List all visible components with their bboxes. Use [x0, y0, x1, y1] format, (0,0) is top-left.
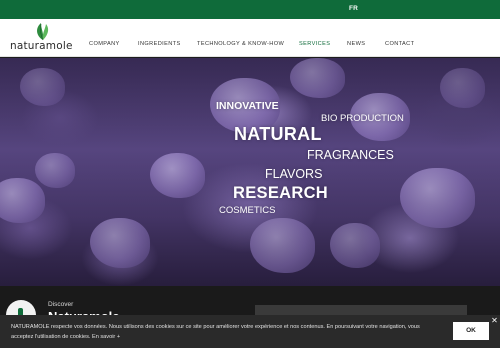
nav-technology-know-how[interactable]: TECHNOLOGY & KNOW-HOW — [197, 41, 284, 47]
nav-company[interactable]: COMPANY — [89, 41, 120, 47]
logo-text: naturamole — [10, 40, 73, 52]
language-switch-fr[interactable]: FR — [349, 5, 358, 12]
nav-ingredients[interactable]: INGREDIENTS — [138, 41, 181, 47]
naturamole-logo[interactable]: naturamole — [10, 21, 76, 55]
discover-label: Discover — [48, 301, 74, 308]
hero-overlay — [0, 58, 500, 286]
nav-services[interactable]: SERVICES — [299, 41, 330, 47]
hero-word-innovative: INNOVATIVE — [216, 100, 279, 112]
top-bar: FR — [0, 0, 500, 19]
nav-contact[interactable]: CONTACT — [385, 41, 414, 47]
hero-word-natural: NATURAL — [234, 124, 322, 144]
hero-word-flavors: FLAVORS — [265, 167, 323, 181]
nav-news[interactable]: NEWS — [347, 41, 365, 47]
hero-word-fragrances: FRAGRANCES — [307, 148, 394, 162]
site-header: naturamole COMPANY INGREDIENTS TECHNOLOG… — [0, 19, 500, 57]
leaf-logo-icon — [37, 23, 49, 41]
cookie-ok-button[interactable]: OK — [453, 322, 489, 340]
hero-word-bio-production: BIO PRODUCTION — [321, 113, 404, 124]
hero-banner — [0, 58, 500, 286]
cookie-banner: NATURAMOLE respecte vos données. Nous ut… — [0, 315, 500, 348]
hero-word-cosmetics: COSMETICS — [219, 205, 276, 216]
cookie-banner-text: NATURAMOLE respecte vos données. Nous ut… — [11, 324, 420, 340]
close-icon[interactable]: ✕ — [490, 316, 499, 325]
hero-word-research: RESEARCH — [233, 184, 328, 202]
